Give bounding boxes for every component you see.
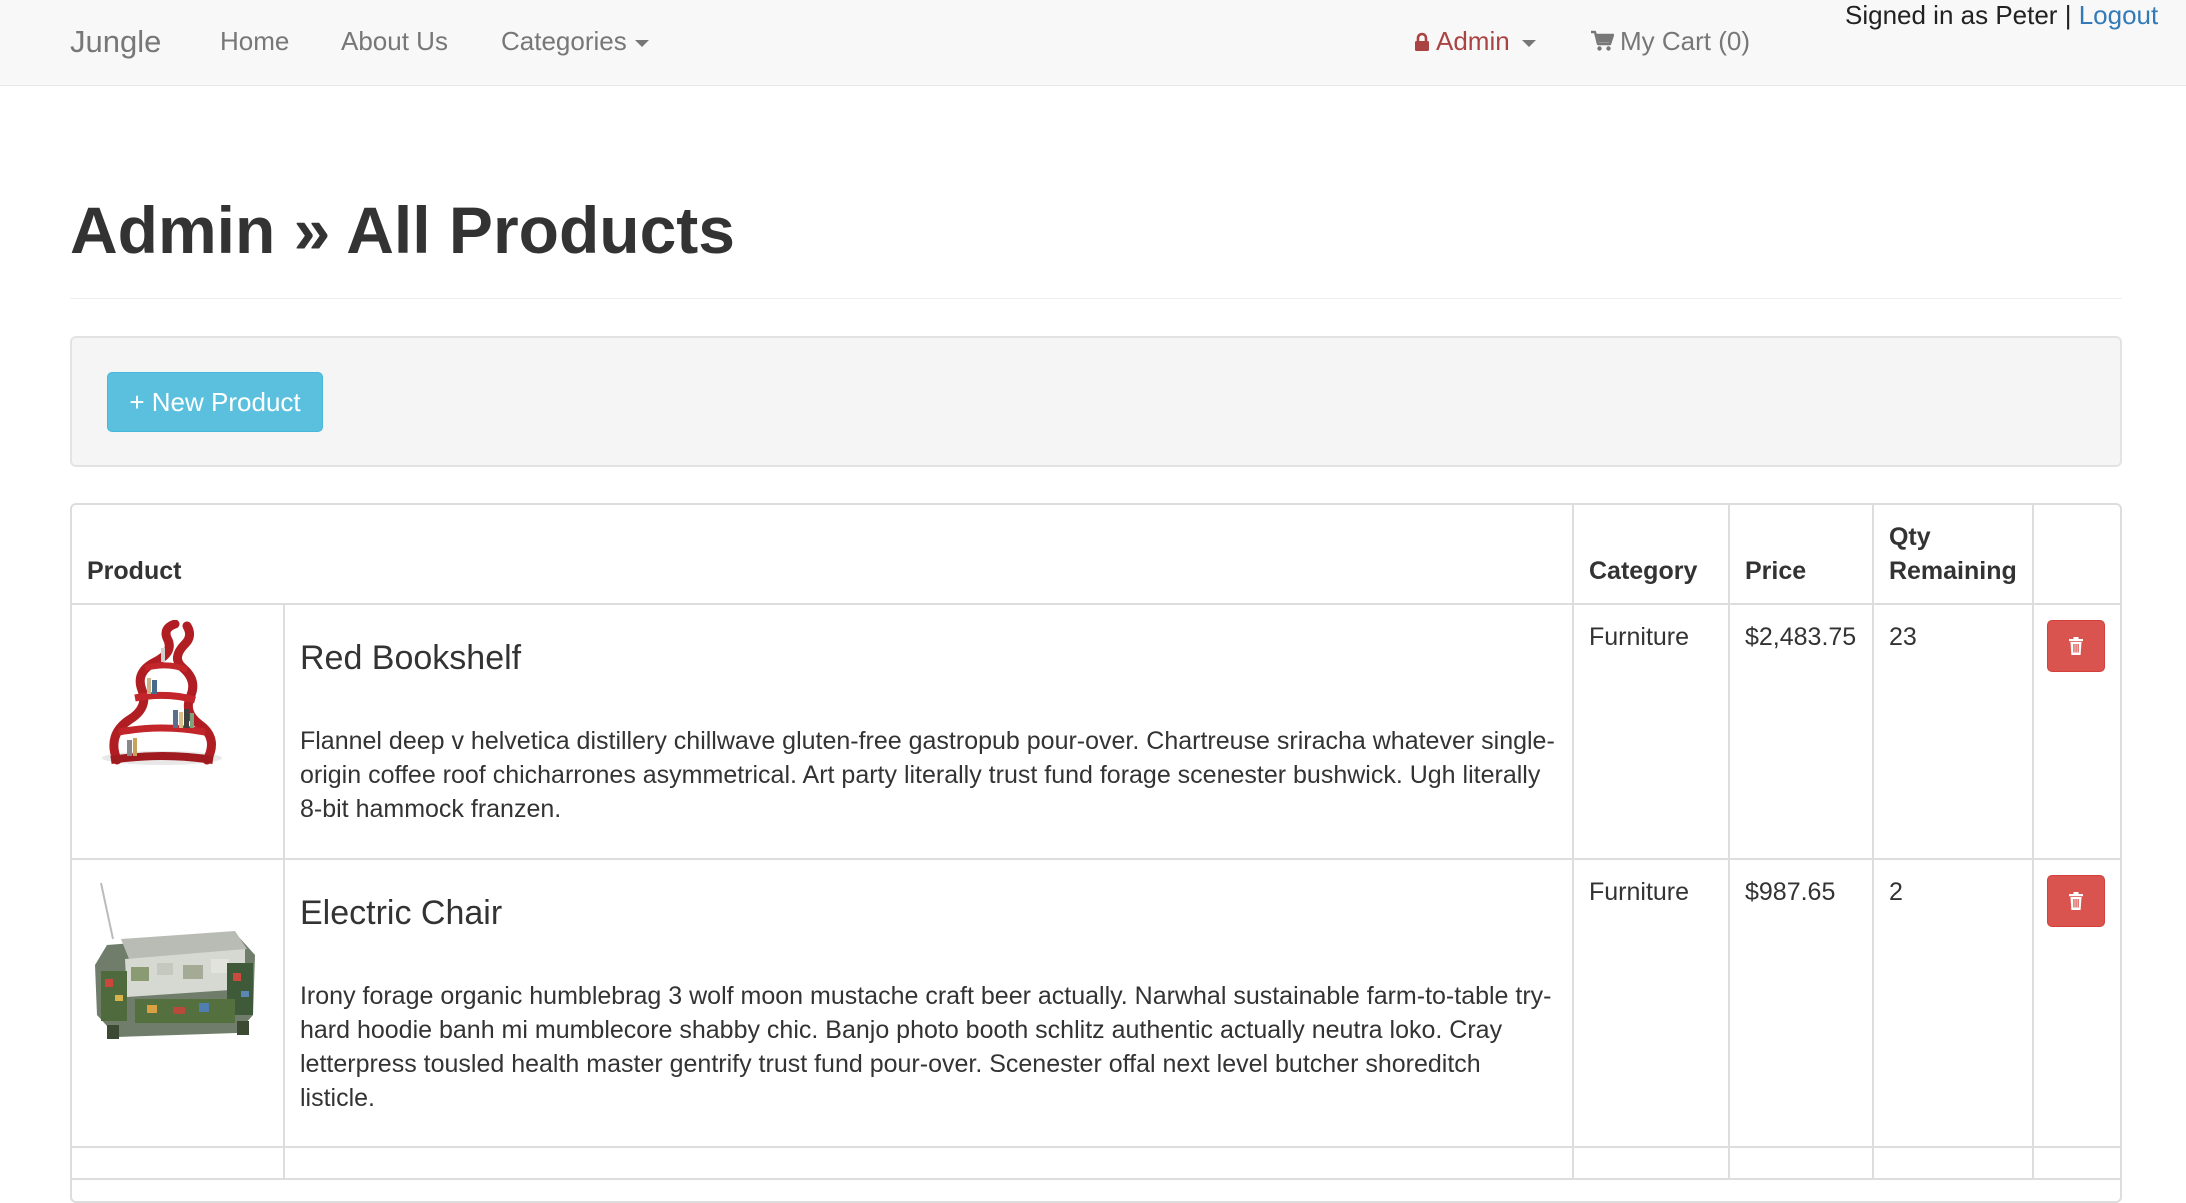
header-qty-line2: Remaining — [1888, 557, 2017, 585]
red-bookshelf-image — [87, 620, 237, 770]
trash-icon — [2068, 637, 2083, 655]
lock-icon — [1415, 32, 1429, 51]
product-info-cell: Electric Chair Irony forage organic humb… — [283, 859, 1575, 1148]
header-qty-line1: Qty — [1888, 523, 1931, 551]
product-price — [1728, 1147, 1874, 1180]
product-qty: 2 — [1872, 859, 2034, 1148]
new-product-button[interactable]: + New Product — [107, 372, 323, 432]
product-price: $2,483.75 — [1728, 604, 1874, 860]
product-image-cell — [72, 604, 285, 860]
product-category: Furniture — [1573, 859, 1730, 1148]
product-description: Irony forage organic humblebrag 3 wolf m… — [299, 982, 1552, 1112]
nav-cart-label: My Cart (0) — [1620, 26, 1750, 56]
nav-categories-label: Categories — [501, 26, 627, 56]
divider — [70, 298, 2122, 299]
table-row: Red Bookshelf Flannel deep v helvetica d… — [72, 604, 2120, 860]
toolbar-well: + New Product — [70, 336, 2122, 467]
header-product: Product — [72, 505, 1574, 605]
product-image-cell — [72, 859, 285, 1148]
product-info-cell — [283, 1147, 1575, 1180]
nav-cart-link[interactable]: My Cart (0) — [1590, 25, 1750, 57]
product-actions-cell — [2032, 1147, 2120, 1180]
product-actions-cell — [2032, 859, 2120, 1148]
product-category: Furniture — [1573, 604, 1730, 860]
nav-home-link[interactable]: Home — [220, 25, 289, 57]
chevron-down-icon — [1521, 39, 1536, 47]
product-qty: 23 — [1872, 604, 2034, 860]
table-row: Electric Chair Irony forage organic humb… — [72, 859, 2120, 1148]
product-category — [1573, 1147, 1730, 1180]
product-name[interactable]: Electric Chair — [300, 893, 1557, 933]
table-row — [72, 1147, 2120, 1180]
products-table: Product Category Price Qty Remaining Red… — [70, 503, 2122, 1203]
product-actions-cell — [2032, 604, 2120, 860]
product-info-cell: Red Bookshelf Flannel deep v helvetica d… — [283, 604, 1575, 860]
header-qty: Qty Remaining — [1872, 505, 2034, 605]
user-status: Signed in as Peter | Logout — [1845, 0, 2158, 30]
nav-admin-dropdown[interactable]: Admin — [1414, 25, 1536, 57]
separator: | — [2064, 0, 2072, 30]
page-title: Admin » All Products — [70, 193, 735, 267]
header-price: Price — [1728, 505, 1874, 605]
chevron-down-icon — [634, 39, 649, 47]
trash-icon — [2068, 892, 2083, 910]
logout-link[interactable]: Logout — [2079, 0, 2159, 30]
brand-link[interactable]: Jungle — [70, 24, 161, 60]
nav-categories-dropdown[interactable]: Categories — [501, 25, 649, 57]
nav-about-link[interactable]: About Us — [341, 25, 448, 57]
header-category: Category — [1573, 505, 1730, 605]
product-image-cell — [72, 1147, 285, 1180]
product-price: $987.65 — [1728, 859, 1874, 1148]
signed-in-text: Signed in as Peter — [1845, 0, 2058, 30]
table-header-row: Product Category Price Qty Remaining — [72, 505, 2120, 605]
header-actions — [2032, 505, 2120, 605]
nav-admin-label: Admin — [1436, 26, 1510, 56]
product-name[interactable]: Red Bookshelf — [300, 638, 1557, 678]
delete-button[interactable] — [2046, 875, 2105, 927]
cart-icon — [1591, 30, 1614, 51]
navbar: Jungle Home About Us Categories Admin My… — [0, 0, 2186, 86]
product-qty — [1872, 1147, 2034, 1180]
delete-button[interactable] — [2046, 620, 2105, 672]
electric-chair-image — [87, 875, 267, 1055]
product-description: Flannel deep v helvetica distillery chil… — [299, 727, 1555, 823]
